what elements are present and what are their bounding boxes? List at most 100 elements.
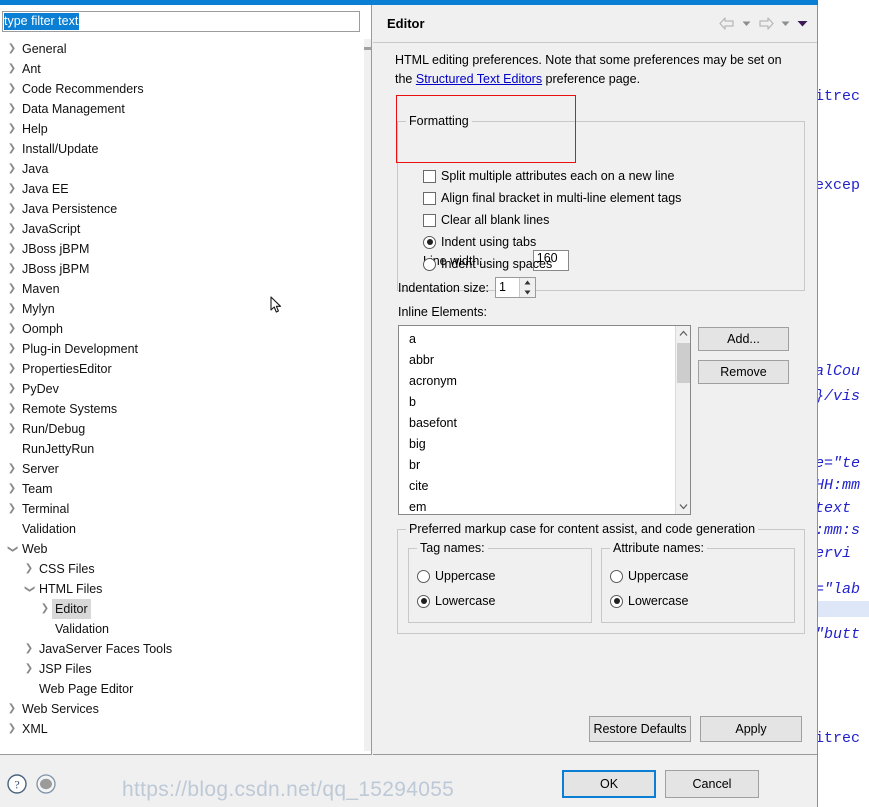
chevron-right-icon[interactable] — [5, 219, 19, 239]
chevron-down-icon[interactable] — [5, 539, 19, 559]
sidebar-item-code-recommenders[interactable]: Code Recommenders — [0, 79, 364, 99]
sidebar-item-install-update[interactable]: Install/Update — [0, 139, 364, 159]
filter-input[interactable]: type filter text — [2, 11, 360, 32]
question-mark-icon[interactable]: ? — [6, 773, 28, 795]
sidebar-item-web[interactable]: Web — [0, 539, 364, 559]
chevron-down-icon[interactable] — [22, 579, 36, 599]
sidebar-item-xml[interactable]: XML — [0, 719, 364, 739]
sidebar-item-html-files[interactable]: HTML Files — [0, 579, 364, 599]
sidebar-item-validation[interactable]: Validation — [0, 619, 364, 639]
back-menu-chevron-down-icon[interactable] — [742, 19, 751, 28]
chevron-right-icon[interactable] — [5, 499, 19, 519]
chevron-right-icon[interactable] — [5, 119, 19, 139]
list-item[interactable]: a — [399, 329, 677, 350]
radio-button[interactable] — [610, 569, 623, 583]
sidebar-item-plug-in-development[interactable]: Plug-in Development — [0, 339, 364, 359]
chevron-right-icon[interactable] — [5, 99, 19, 119]
chevron-right-icon[interactable] — [5, 699, 19, 719]
sidebar-item-java-ee[interactable]: Java EE — [0, 179, 364, 199]
indentation-size-spin-buttons[interactable] — [519, 278, 536, 298]
scroll-down-icon[interactable] — [676, 499, 690, 514]
forward-arrow-icon[interactable] — [758, 17, 774, 30]
sidebar-item-css-files[interactable]: CSS Files — [0, 559, 364, 579]
sidebar-item-propertieseditor[interactable]: PropertiesEditor — [0, 359, 364, 379]
radio-button[interactable] — [423, 235, 436, 249]
tree-scrollbar[interactable] — [364, 39, 371, 751]
chevron-right-icon[interactable] — [5, 479, 19, 499]
sidebar-item-java[interactable]: Java — [0, 159, 364, 179]
sidebar-item-pydev[interactable]: PyDev — [0, 379, 364, 399]
sidebar-item-jboss-jbpm[interactable]: JBoss jBPM — [0, 259, 364, 279]
checkbox-box[interactable] — [423, 191, 436, 205]
chevron-right-icon[interactable] — [5, 379, 19, 399]
sidebar-item-javascript[interactable]: JavaScript — [0, 219, 364, 239]
list-item[interactable]: em — [399, 497, 677, 514]
chevron-right-icon[interactable] — [5, 79, 19, 99]
inline-elements-items[interactable]: a abbr acronym b basefont big br cite em — [399, 326, 677, 514]
inline-elements-scrollbar[interactable] — [675, 326, 690, 514]
indentation-size-value[interactable]: 1 — [496, 278, 519, 297]
sidebar-item-runjettyrun[interactable]: RunJettyRun — [0, 439, 364, 459]
chevron-right-icon[interactable] — [5, 39, 19, 59]
checkbox-split-multiple-attributes[interactable]: Split multiple attributes each on a new … — [423, 169, 674, 183]
chevron-right-icon[interactable] — [5, 319, 19, 339]
radio-tag-uppercase[interactable]: Uppercase — [417, 569, 495, 583]
sidebar-item-run-debug[interactable]: Run/Debug — [0, 419, 364, 439]
radio-indent-using-spaces[interactable]: Indent using spaces — [423, 257, 552, 271]
chevron-right-icon[interactable] — [22, 639, 36, 659]
sidebar-item-general[interactable]: General — [0, 39, 364, 59]
checkbox-box[interactable] — [423, 169, 436, 183]
spinner-down-icon[interactable] — [520, 288, 535, 298]
cancel-button[interactable]: Cancel — [665, 770, 759, 798]
checkbox-box[interactable] — [423, 213, 436, 227]
sidebar-item-terminal[interactable]: Terminal — [0, 499, 364, 519]
checkbox-clear-all-blank-lines[interactable]: Clear all blank lines — [423, 213, 549, 227]
sidebar-item-validation[interactable]: Validation — [0, 519, 364, 539]
list-item[interactable]: br — [399, 455, 677, 476]
chevron-right-icon[interactable] — [5, 399, 19, 419]
chevron-right-icon[interactable] — [5, 299, 19, 319]
radio-attr-uppercase[interactable]: Uppercase — [610, 569, 688, 583]
add-button[interactable]: Add... — [698, 327, 789, 351]
sidebar-item-server[interactable]: Server — [0, 459, 364, 479]
sidebar-item-jsp-files[interactable]: JSP Files — [0, 659, 364, 679]
radio-button[interactable] — [423, 257, 436, 271]
inline-elements-list[interactable]: a abbr acronym b basefont big br cite em — [398, 325, 691, 515]
radio-tag-lowercase[interactable]: Lowercase — [417, 594, 495, 608]
chevron-right-icon[interactable] — [5, 459, 19, 479]
chevron-right-icon[interactable] — [22, 659, 36, 679]
restore-defaults-button[interactable]: Restore Defaults — [589, 716, 691, 742]
tree-scrollbar-thumb[interactable] — [364, 47, 371, 50]
sidebar-item-remote-systems[interactable]: Remote Systems — [0, 399, 364, 419]
sidebar-item-help[interactable]: Help — [0, 119, 364, 139]
sidebar-item-oomph[interactable]: Oomph — [0, 319, 364, 339]
structured-text-editors-link[interactable]: Structured Text Editors — [416, 72, 542, 86]
sidebar-item-web-services[interactable]: Web Services — [0, 699, 364, 719]
checkbox-align-final-bracket[interactable]: Align final bracket in multi-line elemen… — [423, 191, 681, 205]
chevron-right-icon[interactable] — [22, 559, 36, 579]
sidebar-item-maven[interactable]: Maven — [0, 279, 364, 299]
chevron-right-icon[interactable] — [5, 719, 19, 739]
sidebar-item-java-persistence[interactable]: Java Persistence — [0, 199, 364, 219]
chevron-right-icon[interactable] — [5, 159, 19, 179]
indentation-size-stepper[interactable]: 1 — [495, 277, 537, 298]
remove-button[interactable]: Remove — [698, 360, 789, 384]
radio-button[interactable] — [610, 594, 623, 608]
chevron-right-icon[interactable] — [5, 199, 19, 219]
chevron-right-icon[interactable] — [38, 599, 52, 619]
sidebar-item-team[interactable]: Team — [0, 479, 364, 499]
list-item[interactable]: acronym — [399, 371, 677, 392]
radio-button[interactable] — [417, 569, 430, 583]
chevron-right-icon[interactable] — [5, 139, 19, 159]
sidebar-item-mylyn[interactable]: Mylyn — [0, 299, 364, 319]
radio-button[interactable] — [417, 594, 430, 608]
sidebar-item-ant[interactable]: Ant — [0, 59, 364, 79]
list-item[interactable]: b — [399, 392, 677, 413]
ok-button[interactable]: OK — [562, 770, 656, 798]
sidebar-item-javaserver-faces-tools[interactable]: JavaServer Faces Tools — [0, 639, 364, 659]
chevron-right-icon[interactable] — [5, 59, 19, 79]
circle-icon[interactable] — [35, 773, 57, 795]
apply-button[interactable]: Apply — [700, 716, 802, 742]
list-item[interactable]: big — [399, 434, 677, 455]
spinner-up-icon[interactable] — [520, 278, 535, 288]
